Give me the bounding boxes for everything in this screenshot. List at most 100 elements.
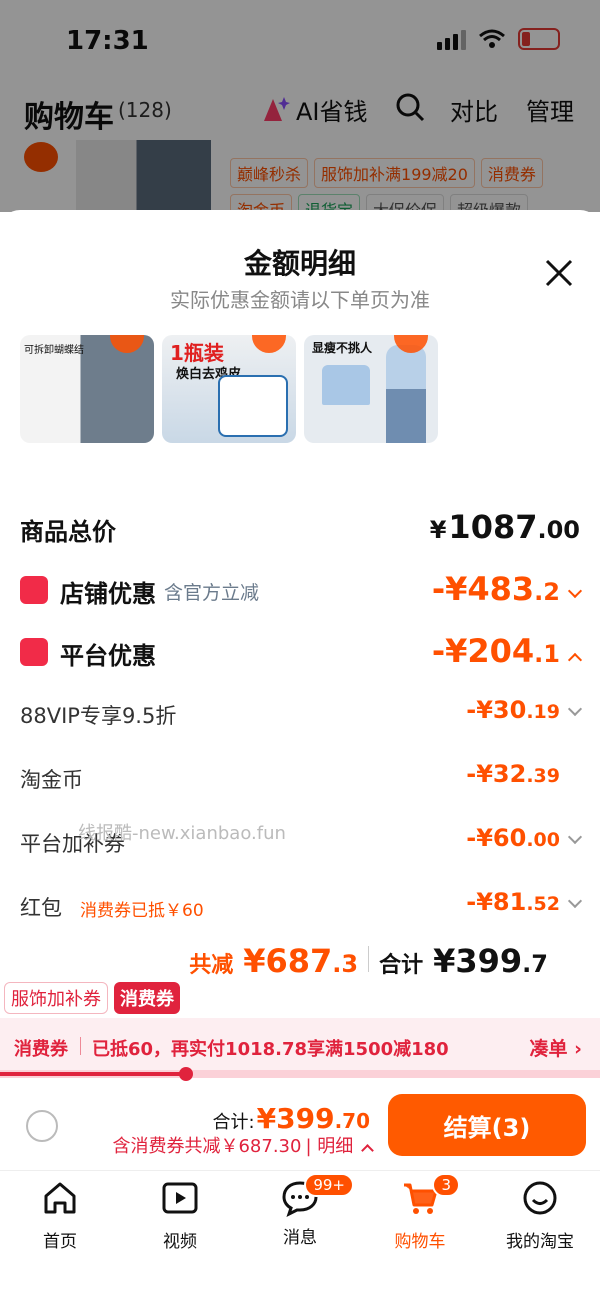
coupon-icon (20, 638, 48, 666)
store-discount-row[interactable]: 店铺优惠 含官方立减 -¥483 .2 (20, 568, 583, 612)
platform-discount-row[interactable]: 平台优惠 -¥204 .1 (20, 630, 583, 674)
tab-cart[interactable]: 3 购物车 (360, 1173, 480, 1252)
check-icon (110, 335, 144, 353)
add-items-link[interactable]: 凑单 › (530, 1034, 582, 1061)
product-image (218, 375, 288, 437)
consumer-coupon-badge: 消费券 (114, 982, 180, 1014)
product-image (322, 365, 370, 405)
amount-dec: .19 (526, 701, 560, 723)
bottom-tab-bar: 首页 视频 99+ 消息 3 购物车 我的淘宝 (0, 1170, 600, 1298)
divider (80, 1037, 81, 1055)
amount-int: ¥687 (243, 942, 333, 980)
apparel-coupon-badge: 服饰加补券 (4, 982, 108, 1014)
thumbnail-caption: 1瓶装 (170, 341, 224, 365)
amount-dec: .7 (522, 950, 548, 978)
thumbnail-caption: 显瘦不挑人 (312, 341, 373, 355)
profile-icon (523, 1181, 557, 1215)
amount-dec: .1 (534, 640, 560, 668)
total-label: 合计 (379, 953, 424, 978)
amount-int: ¥399 (256, 1102, 335, 1135)
vip-discount-label: 88VIP专享9.5折 (20, 704, 177, 728)
amount-dec: .2 (534, 578, 560, 606)
home-icon (44, 1182, 76, 1214)
amount-int: -¥30 (466, 696, 527, 724)
tab-video[interactable]: 视频 (120, 1179, 240, 1252)
goods-total-amount: ¥ 1087 .00 (430, 508, 580, 546)
goods-total-label: 商品总价 (20, 518, 116, 546)
saved-label: 共减 (189, 953, 234, 978)
chevron-up-icon (361, 1144, 374, 1157)
red-packet-amount: -¥81 .52 (466, 888, 583, 916)
tab-label: 首页 (43, 1232, 77, 1252)
tab-messages[interactable]: 99+ 消息 (240, 1173, 360, 1248)
gold-coin-row: 淘金币 -¥32 .39 (20, 758, 580, 802)
coupon-promo-bar[interactable]: 消费券 已抵60，再实付1018.78享满1500减180 凑单 › (0, 1018, 600, 1074)
cart-badge: 3 (432, 1173, 460, 1197)
coupon-badges: 服饰加补券 消费券 (4, 982, 180, 1014)
platform-discount-amount: -¥204 .1 (431, 632, 583, 670)
goods-total-row: 商品总价 ¥ 1087 .00 (20, 506, 580, 550)
amount-dec: .00 (526, 829, 560, 851)
checkout-total: 合计: ¥399.70 (213, 1102, 370, 1135)
store-discount-amount: -¥483 .2 (432, 570, 583, 608)
coupon-progress (0, 1067, 600, 1081)
red-packet-label: 红包 (20, 896, 62, 920)
tab-profile[interactable]: 我的淘宝 (480, 1179, 600, 1252)
tab-label: 购物车 (394, 1232, 446, 1252)
thumbnail-caption: 可拆卸蝴蝶结 (24, 345, 84, 356)
progress-knob (179, 1067, 193, 1081)
discount-summary: 共减 ¥687.3 合计 ¥399.7 (189, 942, 548, 980)
tab-label: 我的淘宝 (506, 1232, 574, 1252)
modal-backdrop[interactable] (0, 0, 600, 212)
chevron-up-icon (567, 652, 583, 668)
product-thumbnail[interactable]: 1瓶装 焕白去鸡皮 (162, 335, 296, 443)
amount-dec: .3 (332, 950, 359, 978)
tab-label: 消息 (283, 1228, 317, 1248)
checkout-savings[interactable]: 含消费券共减￥687.30 | 明细 (112, 1132, 374, 1158)
checkout-button[interactable]: 结算(3) (388, 1094, 586, 1156)
savings-text: 含消费券共减￥687.30 (112, 1136, 302, 1157)
video-icon (162, 1182, 198, 1214)
total-amount: ¥399.7 (433, 942, 548, 980)
amount-int: -¥60 (466, 824, 527, 852)
store-icon (20, 576, 48, 604)
tab-label: 视频 (163, 1232, 197, 1252)
store-discount-note: 含官方立减 (164, 582, 260, 604)
check-icon (252, 335, 286, 353)
vip-discount-row[interactable]: 88VIP专享9.5折 -¥30 .19 (20, 694, 583, 738)
platform-discount-label: 平台优惠 (60, 642, 156, 670)
amount-dec: .39 (526, 765, 560, 787)
gold-coin-label: 淘金币 (20, 768, 83, 792)
amount-dec: .00 (537, 516, 580, 544)
progress-fill (0, 1072, 186, 1076)
sheet-subtitle: 实际优惠金额请以下单页为准 (170, 288, 430, 312)
chevron-down-icon (567, 701, 583, 717)
close-icon[interactable] (544, 258, 574, 288)
amount-dec: .52 (526, 893, 560, 915)
amount-int: ¥399 (433, 942, 523, 980)
red-packet-note: 消费券已抵￥60 (80, 901, 204, 921)
amount-int: -¥32 (466, 760, 527, 788)
chevron-down-icon (567, 829, 583, 845)
message-badge: 99+ (304, 1173, 354, 1197)
red-packet-row[interactable]: 红包 消费券已抵￥60 -¥81 .52 (20, 886, 583, 930)
checkout-total-label: 合计: (212, 1112, 255, 1133)
gold-coin-amount: -¥32 .39 (466, 760, 580, 788)
tab-home[interactable]: 首页 (0, 1179, 120, 1252)
detail-toggle[interactable]: | 明细 (305, 1136, 353, 1157)
checkout-total-amount: ¥399.70 (257, 1102, 370, 1135)
vip-discount-amount: -¥30 .19 (466, 696, 583, 724)
amount-int: -¥204 (431, 632, 535, 670)
currency-symbol: ¥ (429, 516, 447, 544)
amount-int: -¥81 (466, 888, 527, 916)
store-discount-label: 店铺优惠 (60, 580, 156, 608)
promo-tag: 消费券 (14, 1039, 68, 1060)
chevron-down-icon (567, 893, 583, 909)
product-thumbnails: 可拆卸蝴蝶结 1瓶装 焕白去鸡皮 显瘦不挑人 (20, 335, 438, 443)
watermark-text: 线报酷-new.xianbao.fun (78, 823, 286, 844)
product-thumbnail[interactable]: 显瘦不挑人 (304, 335, 438, 443)
sheet-title: 金额明细 (243, 247, 356, 280)
select-all-checkbox[interactable] (26, 1110, 58, 1142)
platform-coupon-amount: -¥60 .00 (466, 824, 583, 852)
product-thumbnail[interactable]: 可拆卸蝴蝶结 (20, 335, 154, 443)
